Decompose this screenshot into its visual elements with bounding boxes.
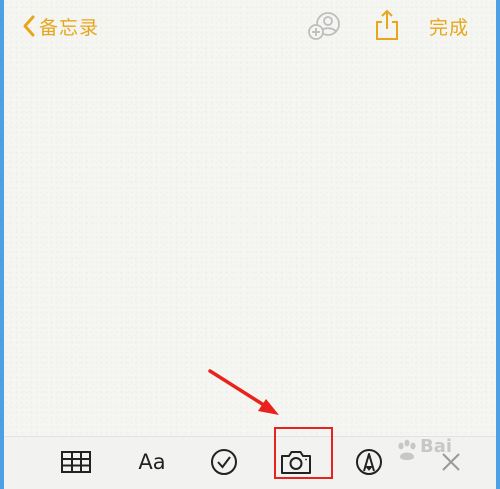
chevron-left-icon [23, 15, 35, 37]
markup-button[interactable] [351, 445, 387, 479]
add-people-button[interactable] [306, 10, 342, 42]
camera-highlight-box [274, 427, 333, 479]
text-format-button[interactable]: Aa [132, 445, 172, 479]
checklist-button[interactable] [206, 445, 242, 479]
table-icon [61, 451, 91, 473]
table-button[interactable] [58, 445, 94, 479]
bottom-toolbar: Aa [4, 436, 496, 489]
red-arrow-annotation [208, 369, 279, 415]
share-icon [376, 9, 398, 40]
share-button[interactable] [374, 8, 400, 42]
done-button[interactable]: 完成 [429, 13, 469, 40]
close-icon [442, 453, 460, 471]
markup-pen-icon [356, 449, 382, 475]
checklist-icon [211, 449, 237, 475]
text-format-label: Aa [138, 450, 166, 474]
back-label: 备忘录 [39, 16, 100, 39]
navigation-bar: 备忘录 完成 [4, 0, 496, 52]
close-toolbar-button[interactable] [434, 445, 468, 479]
add-people-icon [308, 12, 340, 40]
back-button[interactable]: 备忘录 [22, 12, 99, 40]
notes-screen: 备忘录 完成 Aa Bai [4, 0, 496, 489]
